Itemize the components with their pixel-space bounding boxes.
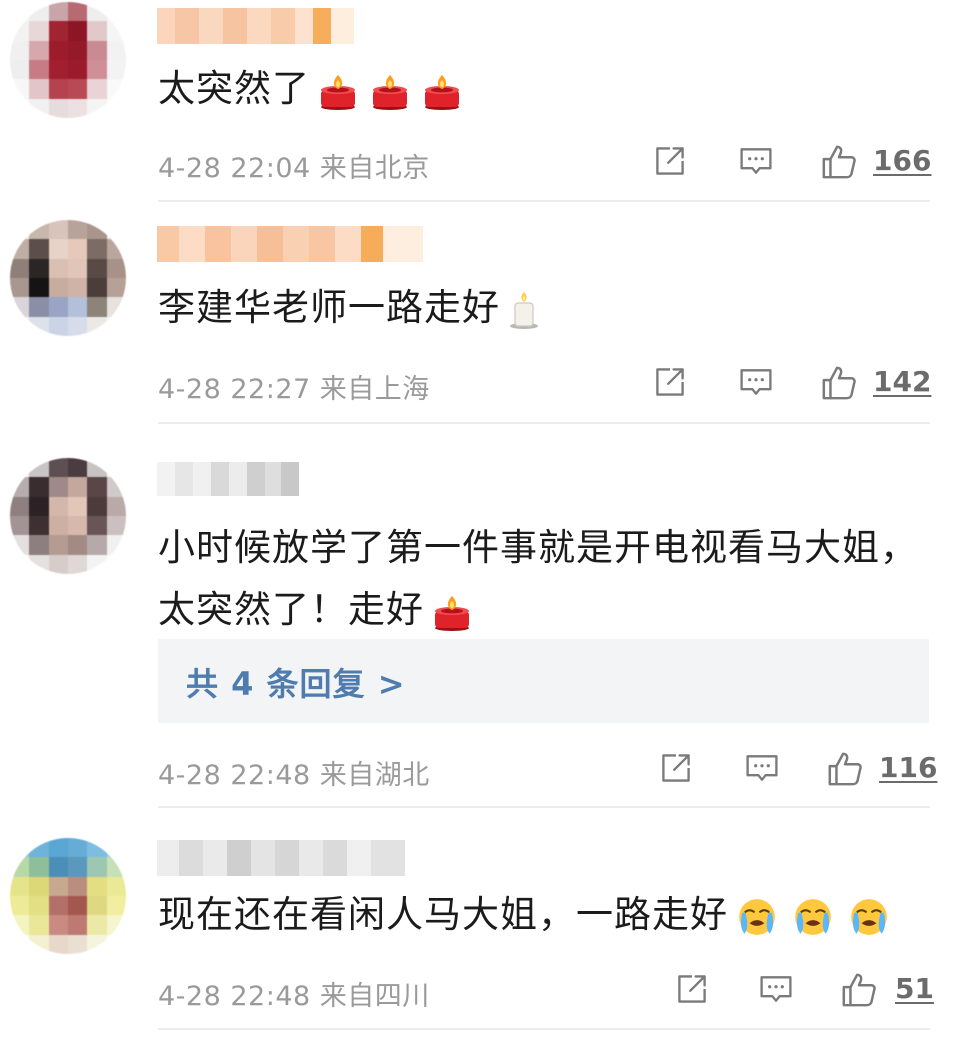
comment-icon[interactable]	[738, 143, 774, 179]
avatar[interactable]	[10, 220, 126, 336]
crying-face-emoji	[792, 896, 834, 938]
username-redacted[interactable]	[157, 226, 423, 262]
comment-text-line: 小时候放学了第一件事就是开电视看马大姐，	[158, 526, 918, 569]
view-replies-link[interactable]: 共 4 条回复 >	[186, 659, 406, 705]
location: 来自北京	[319, 153, 430, 184]
comment-icon[interactable]	[738, 364, 774, 400]
comment-text: 李建华老师一路走好	[158, 281, 928, 335]
candle-emoji	[370, 71, 410, 111]
location: 来自湖北	[319, 760, 430, 791]
timestamp: 4-28 22:48	[158, 760, 311, 791]
divider	[158, 200, 930, 202]
timestamp-location: 4-28 22:48 来自四川	[158, 974, 430, 1013]
divider	[158, 422, 930, 424]
comment-text: 小时候放学了第一件事就是开电视看马大姐， 太突然了！走好	[158, 521, 928, 637]
emoji-group	[318, 71, 462, 111]
username-redacted[interactable]	[157, 462, 299, 496]
comment-meta: 4-28 22:04 来自北京 166	[158, 140, 931, 185]
like-count[interactable]: 166	[873, 144, 931, 177]
comment-text-content: 太突然了	[158, 67, 310, 110]
candle-emoji	[432, 592, 472, 632]
username-redacted[interactable]	[157, 8, 354, 44]
emoji-group	[736, 896, 890, 938]
comment-text-line-2: 太突然了！走好	[158, 583, 928, 637]
comment-icon[interactable]	[758, 971, 794, 1007]
avatar[interactable]	[10, 838, 126, 954]
avatar[interactable]	[10, 458, 126, 574]
avatar[interactable]	[10, 2, 126, 118]
like-count[interactable]: 142	[873, 365, 931, 398]
location: 来自上海	[319, 374, 430, 405]
timestamp: 4-28 22:04	[158, 153, 311, 184]
like-count[interactable]: 51	[895, 972, 934, 1005]
comment-text-content: 李建华老师一路走好	[158, 286, 500, 329]
white-candle-emoji	[504, 288, 544, 332]
comment-feed: 太突然了 4-28 22:04 来自北京 166 李建华老师一路走好 4-28 …	[0, 0, 968, 1039]
thumbs-up-icon[interactable]	[820, 364, 858, 402]
comment-meta: 4-28 22:48 来自四川 51	[158, 968, 934, 1013]
candle-emoji	[422, 71, 462, 111]
timestamp-location: 4-28 22:48 来自湖北	[158, 753, 430, 792]
comment-text: 太突然了	[158, 62, 928, 116]
crying-face-emoji	[736, 896, 778, 938]
thumbs-up-icon[interactable]	[820, 143, 858, 181]
divider	[158, 806, 930, 808]
location: 来自四川	[319, 981, 430, 1012]
username-redacted[interactable]	[157, 840, 405, 876]
comment-text: 现在还在看闲人马大姐，一路走好	[158, 888, 928, 942]
timestamp-location: 4-28 22:04 来自北京	[158, 146, 430, 185]
thumbs-up-icon[interactable]	[826, 750, 864, 788]
comment-text-content: 现在还在看闲人马大姐，一路走好	[158, 893, 728, 936]
share-icon[interactable]	[652, 364, 688, 400]
comment-meta: 4-28 22:48 来自湖北 116	[158, 747, 937, 792]
like-count[interactable]: 116	[879, 751, 937, 784]
comment-meta: 4-28 22:27 来自上海 142	[158, 361, 931, 406]
timestamp: 4-28 22:48	[158, 981, 311, 1012]
comment-icon[interactable]	[744, 750, 780, 786]
share-icon[interactable]	[658, 750, 694, 786]
crying-face-emoji	[848, 896, 890, 938]
candle-emoji	[318, 71, 358, 111]
thumbs-up-icon[interactable]	[840, 971, 878, 1009]
share-icon[interactable]	[674, 971, 710, 1007]
timestamp-location: 4-28 22:27 来自上海	[158, 367, 430, 406]
emoji-group	[504, 288, 544, 332]
reply-preview-box[interactable]: 共 4 条回复 >	[158, 639, 929, 723]
timestamp: 4-28 22:27	[158, 374, 311, 405]
emoji-group	[432, 592, 472, 632]
comment-text-content: 太突然了！走好	[158, 588, 424, 631]
share-icon[interactable]	[652, 143, 688, 179]
divider	[158, 1028, 930, 1030]
